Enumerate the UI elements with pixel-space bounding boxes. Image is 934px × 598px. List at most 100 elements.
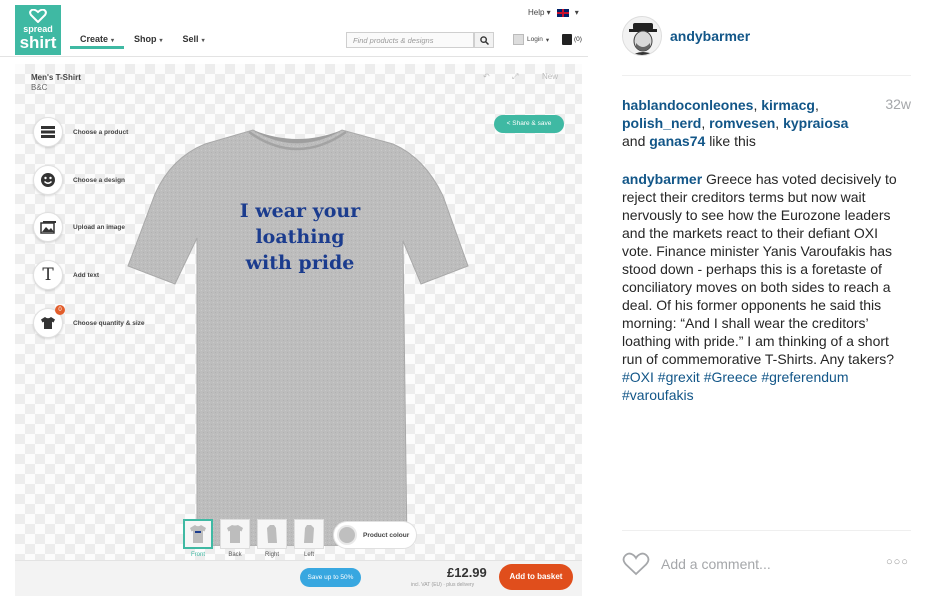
product-colour-selector[interactable]: Product colour: [333, 521, 417, 549]
help-label: Help: [528, 8, 545, 17]
search-button[interactable]: [474, 32, 494, 48]
help-bar: Help ▾ ▾: [528, 8, 579, 17]
main-nav: Create ▾ Shop ▾ Sell ▾: [70, 31, 215, 49]
undo-icon[interactable]: ↶: [483, 72, 490, 81]
post-age[interactable]: 32w: [885, 96, 911, 112]
heart-icon[interactable]: [622, 552, 650, 576]
chevron-down-icon: ▾: [574, 8, 579, 17]
nav-shop[interactable]: Shop ▾: [124, 31, 173, 49]
colour-swatch: [337, 525, 357, 545]
hashtags: #OXI #grexit #Greece #greferendum #varou…: [622, 369, 848, 403]
quantity-badge: 0: [55, 305, 65, 315]
tool-add-text[interactable]: T Add text: [33, 260, 99, 290]
post-sidebar: andybarmer hablandoconleones, kirmacg, p…: [594, 0, 934, 598]
search-input[interactable]: Find products & designs: [346, 32, 474, 48]
post-username[interactable]: andybarmer: [670, 28, 750, 44]
redo-icon[interactable]: ⤢: [512, 72, 518, 82]
view-label: Back: [228, 552, 242, 558]
view-front[interactable]: Front: [183, 519, 213, 558]
product-colour-label: Product colour: [363, 531, 410, 539]
cart-count: (0): [574, 36, 582, 43]
login-label: Login: [527, 36, 543, 43]
liker-link[interactable]: ganas74: [649, 133, 705, 149]
add-to-basket-button[interactable]: Add to basket: [499, 564, 573, 590]
tshirt-design-text[interactable]: I wear your loathing with pride: [180, 198, 420, 276]
hashtag-link[interactable]: #OXI: [622, 369, 654, 385]
product-stack-icon: [33, 117, 63, 147]
checkout-bar: [15, 560, 582, 596]
tool-label: Add text: [73, 271, 99, 279]
hashtag-link[interactable]: #grexit: [658, 369, 700, 385]
liker-link[interactable]: hablandoconleones: [622, 97, 753, 113]
post-caption: andybarmer Greece has voted decisively t…: [622, 170, 911, 404]
caption-username[interactable]: andybarmer: [622, 171, 702, 187]
login-link[interactable]: Login ▾: [513, 34, 549, 45]
design-line-3: with pride: [245, 252, 355, 274]
new-button[interactable]: New: [542, 72, 558, 81]
tshirt-front-icon: [190, 525, 206, 543]
comment-input[interactable]: Add a comment...: [661, 556, 771, 572]
text-icon: T: [33, 260, 63, 290]
likes-summary: hablandoconleones, kirmacg, polish_nerd,…: [622, 97, 849, 149]
save-up-to-50-badge[interactable]: Save up to 50%: [300, 568, 361, 587]
chevron-down-icon: ▾: [159, 38, 163, 44]
share-save-label: Share & save: [512, 120, 552, 127]
logo-word-shirt: shirt: [19, 33, 57, 52]
tool-choose-product[interactable]: Choose a product: [33, 117, 128, 147]
spreadshirt-screenshot: spread shirt Create ▾ Shop ▾ Sell ▾ Help ▾ …: [0, 0, 594, 598]
vat-note: incl. VAT (EU) · plus delivery: [411, 582, 475, 588]
uk-flag-icon[interactable]: [556, 8, 569, 17]
view-back[interactable]: Back: [220, 519, 250, 558]
nav-shop-label: Shop: [134, 34, 157, 44]
design-line-1: I wear your: [239, 200, 361, 222]
product-brand: B&C: [31, 83, 48, 92]
nav-create[interactable]: Create ▾: [70, 31, 125, 49]
tshirt-side-icon: [304, 525, 314, 543]
cart-button[interactable]: (0): [562, 34, 582, 45]
user-avatar-icon: [623, 17, 661, 55]
hashtag-link[interactable]: #varoufakis: [622, 387, 694, 403]
tool-upload-image[interactable]: Upload an image: [33, 212, 125, 242]
view-left[interactable]: Left: [294, 519, 324, 558]
heart-logo-icon: [29, 9, 47, 23]
liker-link[interactable]: kypraiosa: [783, 115, 848, 131]
liker-link[interactable]: polish_nerd: [622, 115, 701, 131]
view-thumbnails: Front Back Right Left: [183, 519, 324, 558]
product-title: Men's T-Shirt: [31, 73, 81, 82]
comment-divider: [622, 530, 911, 531]
likes-and: and: [622, 133, 646, 149]
upload-image-icon: [33, 212, 63, 242]
spreadshirt-logo[interactable]: spread shirt: [15, 5, 61, 55]
view-right[interactable]: Right: [257, 519, 287, 558]
nav-sell[interactable]: Sell ▾: [173, 31, 215, 49]
avatar[interactable]: [622, 16, 662, 56]
header-divider: [622, 75, 911, 76]
tshirt-mockup: [127, 129, 469, 546]
nav-create-label: Create: [80, 34, 109, 44]
chevron-down-icon: ▾: [201, 38, 205, 44]
likes-suffix: like this: [709, 133, 756, 149]
tshirt-back-icon: [227, 525, 243, 543]
smiley-icon: [33, 165, 63, 195]
hashtag-link[interactable]: #greferendum: [761, 369, 848, 385]
caption-text: Greece has voted decisively to reject th…: [622, 171, 897, 367]
price: £12.99: [447, 565, 487, 580]
design-line-2: loathing: [255, 226, 345, 248]
share-icon: <: [506, 120, 511, 127]
search-icon: [480, 36, 489, 45]
tool-choose-design[interactable]: Choose a design: [33, 165, 125, 195]
more-options-icon[interactable]: ○○○: [886, 556, 909, 568]
liker-link[interactable]: romvesen: [709, 115, 775, 131]
view-label: Right: [264, 552, 279, 558]
help-menu[interactable]: Help ▾: [528, 8, 551, 17]
shopping-bag-icon: [562, 34, 572, 45]
tool-label: Upload an image: [73, 223, 126, 231]
tool-label: Choose a design: [73, 176, 126, 184]
view-label: Left: [303, 552, 314, 558]
tool-label: Choose a product: [73, 128, 129, 136]
hashtag-link[interactable]: #Greece: [704, 369, 758, 385]
share-save-button[interactable]: < Share & save: [494, 115, 564, 133]
liker-link[interactable]: kirmacg: [761, 97, 815, 113]
nav-sell-label: Sell: [182, 34, 199, 44]
view-label: Front: [190, 552, 205, 558]
